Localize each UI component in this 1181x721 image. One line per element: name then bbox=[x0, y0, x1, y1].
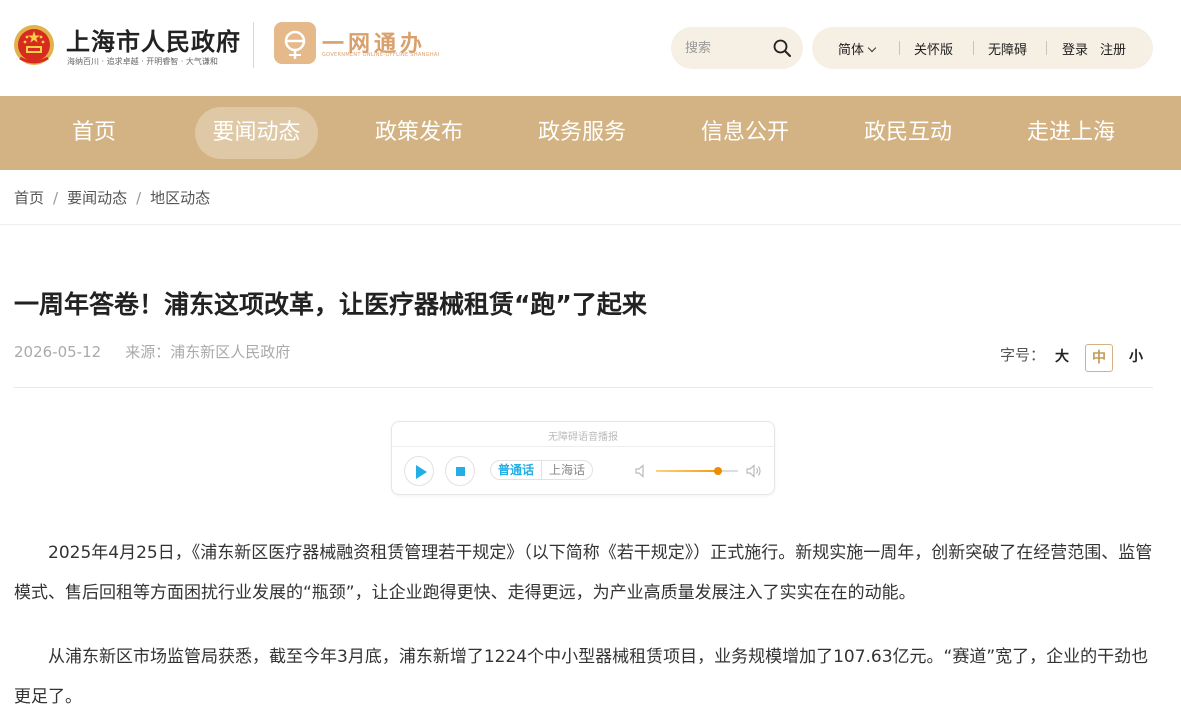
site-header: 上海市人民政府 海纳百川 · 追求卓越 · 开明睿智 · 大气谦和 一网通办 G… bbox=[0, 0, 1181, 96]
language-shanghainese[interactable]: 上海话 bbox=[542, 461, 592, 479]
breadcrumb-home[interactable]: 首页 bbox=[14, 189, 44, 207]
audio-player: 无障碍语音播报 普通话 上海话 bbox=[391, 421, 775, 495]
nav-item-disclosure[interactable]: 信息公开 bbox=[683, 107, 807, 159]
login-link[interactable]: 登录 bbox=[1062, 39, 1088, 58]
breadcrumb: 首页 / 要闻动态 / 地区动态 bbox=[14, 187, 210, 208]
register-link[interactable]: 注册 bbox=[1100, 39, 1126, 58]
play-button[interactable] bbox=[404, 456, 434, 486]
nav-item-services[interactable]: 政务服务 bbox=[520, 107, 644, 159]
yiwang-subtitle: GOVERNMENT ONLINE-OFFLINE SHANGHAI bbox=[322, 52, 440, 58]
site-slogan: 海纳百川 · 追求卓越 · 开明睿智 · 大气谦和 bbox=[67, 57, 218, 66]
accessibility-link[interactable]: 无障碍 bbox=[988, 39, 1027, 58]
nav-item-home[interactable]: 首页 bbox=[32, 107, 156, 159]
article-paragraph: 从浦东新区市场监管局获悉，截至今年3月底，浦东新增了1224个中小型器械租赁项目… bbox=[14, 647, 1149, 707]
national-emblem-icon[interactable] bbox=[12, 22, 56, 68]
language-select[interactable]: 简体 bbox=[838, 39, 877, 58]
font-size-large-button[interactable]: 大 bbox=[1048, 344, 1076, 372]
chevron-down-icon bbox=[867, 43, 877, 53]
stop-button[interactable] bbox=[445, 456, 475, 486]
language-toggle: 普通话 上海话 bbox=[490, 460, 594, 480]
search-icon[interactable] bbox=[772, 38, 792, 58]
utility-bar: 简体 关怀版 无障碍 登录 注册 bbox=[812, 27, 1153, 69]
article-paragraph: 2025年4月25日，《浦东新区医疗器械融资租赁管理若干规定》（以下简称《若干规… bbox=[14, 543, 1153, 603]
volume-slider-fill bbox=[656, 470, 718, 472]
player-label: 无障碍语音播报 bbox=[548, 432, 618, 443]
divider bbox=[973, 41, 974, 55]
divider bbox=[1046, 41, 1047, 55]
player-divider bbox=[392, 446, 774, 447]
yiwang-mark-icon bbox=[284, 30, 306, 59]
nav-item-interaction[interactable]: 政民互动 bbox=[846, 107, 970, 159]
article-title: 一周年答卷！浦东这项改革，让医疗器械租赁“跑”了起来 bbox=[14, 290, 647, 319]
breadcrumb-separator: / bbox=[136, 189, 142, 207]
yiwang-logo-icon[interactable] bbox=[274, 22, 316, 64]
font-size-medium-button[interactable]: 中 bbox=[1085, 344, 1113, 372]
breadcrumb-news[interactable]: 要闻动态 bbox=[67, 189, 127, 207]
nav-item-policy[interactable]: 政策发布 bbox=[357, 107, 481, 159]
article-meta: 2026-05-12 来源：浦东新区人民政府 bbox=[14, 341, 290, 362]
care-mode-link[interactable]: 关怀版 bbox=[914, 39, 953, 58]
search-input[interactable] bbox=[685, 37, 769, 59]
article-source: 来源：浦东新区人民政府 bbox=[125, 343, 291, 361]
volume-low-icon[interactable] bbox=[635, 464, 647, 478]
site-title[interactable]: 上海市人民政府 bbox=[66, 22, 241, 57]
article-date: 2026-05-12 bbox=[14, 343, 102, 361]
main-nav: 首页 要闻动态 政策发布 政务服务 信息公开 政民互动 走进上海 bbox=[0, 96, 1181, 170]
volume-slider-handle[interactable] bbox=[714, 467, 722, 475]
breadcrumb-regional[interactable]: 地区动态 bbox=[150, 189, 210, 207]
breadcrumb-separator: / bbox=[53, 189, 59, 207]
font-size-small-button[interactable]: 小 bbox=[1122, 344, 1150, 372]
nav-item-news[interactable]: 要闻动态 bbox=[195, 107, 318, 159]
meta-divider bbox=[14, 387, 1153, 388]
font-size-label: 字号： bbox=[1000, 346, 1046, 364]
language-select-label: 简体 bbox=[838, 43, 865, 58]
volume-high-icon[interactable] bbox=[746, 463, 762, 479]
header-divider bbox=[253, 22, 254, 68]
divider bbox=[899, 41, 900, 55]
nav-item-about-shanghai[interactable]: 走进上海 bbox=[1009, 107, 1133, 159]
volume-slider[interactable] bbox=[656, 467, 738, 475]
search-box bbox=[671, 27, 803, 69]
breadcrumb-divider bbox=[0, 224, 1181, 225]
language-mandarin[interactable]: 普通话 bbox=[491, 461, 543, 479]
